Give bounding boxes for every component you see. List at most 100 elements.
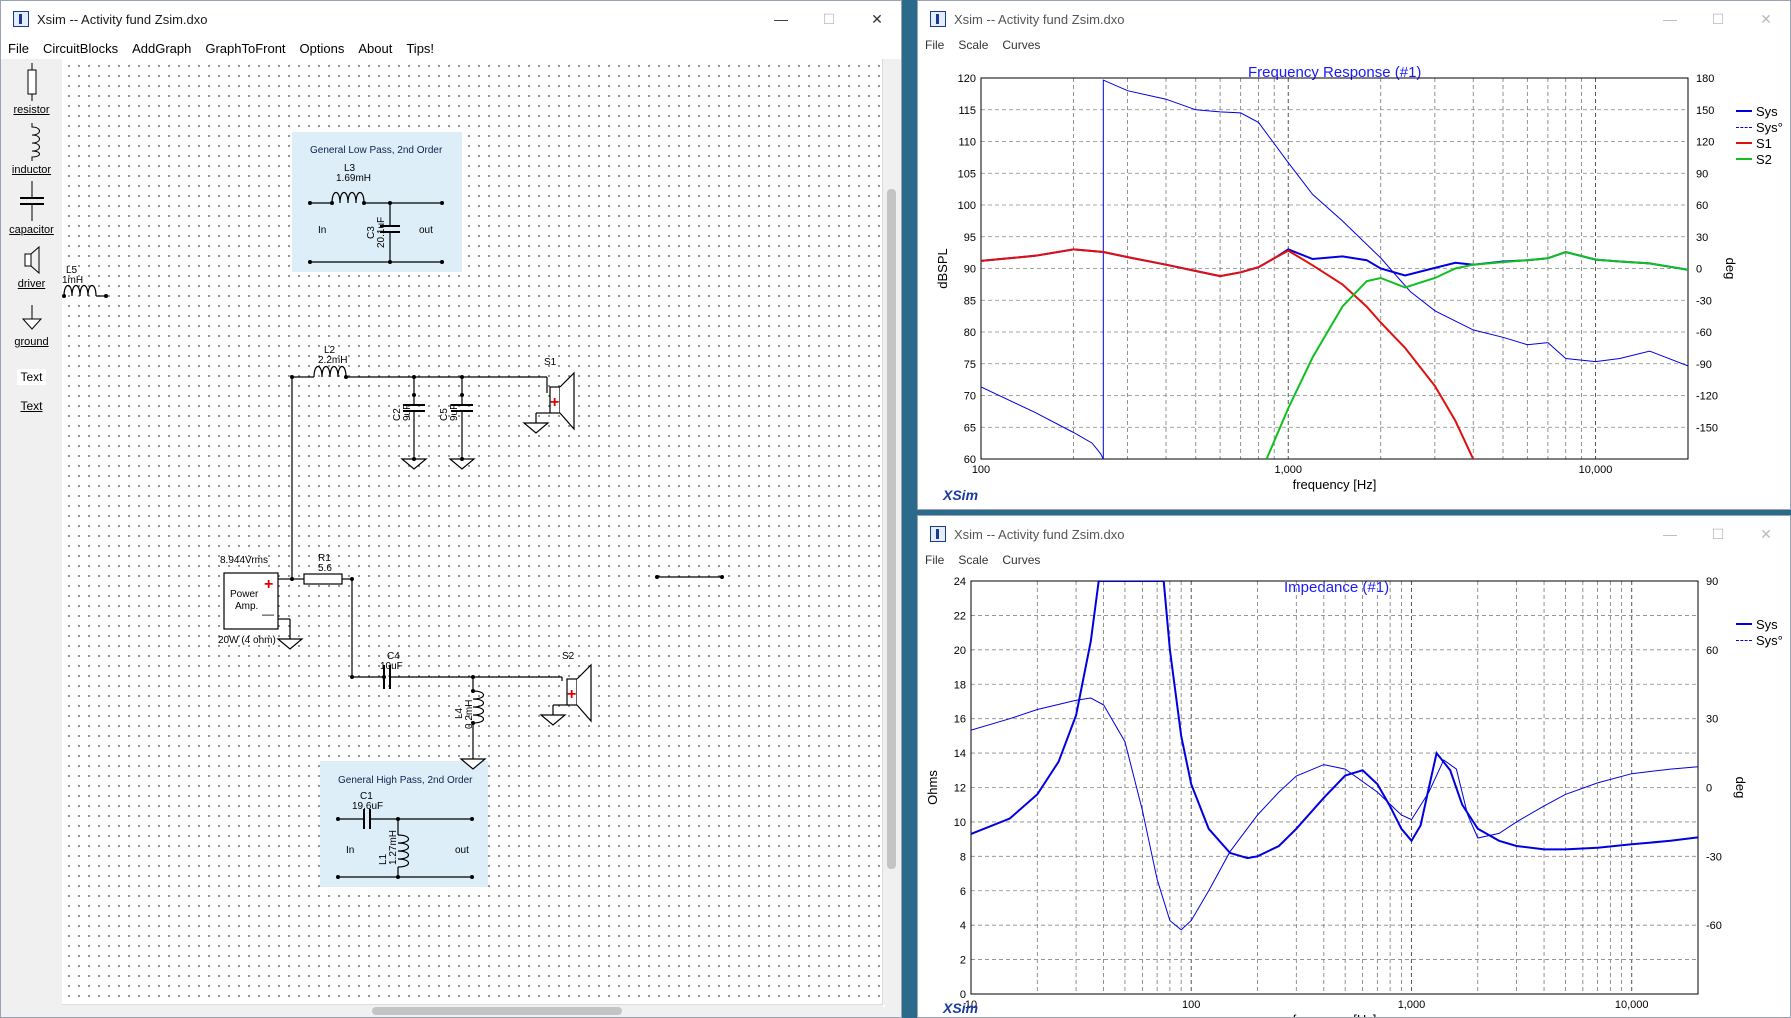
freq-y2tick-label: 90 bbox=[1696, 168, 1708, 180]
s2-name: S2 bbox=[562, 651, 575, 662]
freq-window-titlebar[interactable]: Xsim -- Activity fund Zsim.dxo — ☐ ✕ bbox=[918, 1, 1790, 37]
impedance-chart[interactable]: 024681012141618202224 9060300-30-6010 100 1… bbox=[918, 570, 1791, 1018]
imp-ytick-label: 12 bbox=[954, 783, 966, 795]
imp-y2tick-label: 60 bbox=[1706, 645, 1718, 657]
maximize-icon[interactable]: ☐ bbox=[805, 1, 853, 37]
menu-circuitblocks[interactable]: CircuitBlocks bbox=[36, 41, 125, 56]
inductor-icon bbox=[31, 123, 40, 161]
legend-sys: Sys bbox=[1736, 103, 1783, 119]
frequency-response-window[interactable]: Xsim -- Activity fund Zsim.dxo — ☐ ✕ Fil… bbox=[917, 0, 1791, 510]
schematic-canvas[interactable]: + + + — General Low Pass, 2nd Order L3 1… bbox=[62, 59, 885, 1007]
freq-xtick-label: 1,000 bbox=[1274, 464, 1302, 476]
menu-about[interactable]: About bbox=[351, 41, 399, 56]
tool-resistor[interactable]: resistor bbox=[1, 63, 62, 116]
l3-value: 1.69mH bbox=[336, 173, 372, 184]
close-icon[interactable]: ✕ bbox=[1742, 1, 1790, 37]
impedance-window[interactable]: Xsim -- Activity fund Zsim.dxo — ☐ ✕ Fil… bbox=[917, 515, 1791, 1018]
window-title: Xsim -- Activity fund Zsim.dxo bbox=[954, 526, 1125, 542]
freq-ytick-label: 105 bbox=[958, 168, 976, 180]
tool-capacitor[interactable]: capacitor bbox=[1, 181, 62, 236]
menu-file[interactable]: File bbox=[918, 553, 951, 567]
menu-options[interactable]: Options bbox=[293, 41, 352, 56]
tool-ground[interactable]: ground bbox=[1, 305, 62, 348]
imp-y2tick-label: 0 bbox=[1706, 783, 1712, 795]
schematic-wiring: + + + — bbox=[62, 191, 724, 879]
menu-tips[interactable]: Tips! bbox=[399, 41, 441, 56]
imp-y2tick-label: -30 bbox=[1706, 851, 1722, 863]
imp-y-axis-label: Ohms bbox=[925, 770, 940, 805]
minimize-icon[interactable]: — bbox=[1646, 1, 1694, 37]
imp-ytick-label: 8 bbox=[960, 851, 966, 863]
amp-label-1: Power bbox=[230, 589, 259, 600]
maximize-icon[interactable]: ☐ bbox=[1694, 516, 1742, 552]
menu-curves[interactable]: Curves bbox=[995, 553, 1047, 567]
svg-text:+: + bbox=[567, 686, 576, 703]
menu-scale[interactable]: Scale bbox=[951, 553, 995, 567]
menu-curves[interactable]: Curves bbox=[995, 38, 1047, 52]
imp-ytick-label: 24 bbox=[954, 576, 966, 588]
horizontal-scroll-thumb[interactable] bbox=[372, 1007, 622, 1015]
close-icon[interactable]: ✕ bbox=[853, 1, 901, 37]
menu-graphtofront[interactable]: GraphToFront bbox=[198, 41, 292, 56]
vertical-scroll-thumb[interactable] bbox=[887, 189, 896, 869]
imp-y2-axis-label: deg bbox=[1733, 777, 1748, 799]
highpass-in: In bbox=[346, 845, 355, 856]
tool-text[interactable]: Text bbox=[1, 369, 62, 385]
circuit-window-titlebar[interactable]: Xsim -- Activity fund Zsim.dxo — ☐ ✕ bbox=[1, 1, 901, 37]
imp-xtick-label: 1,000 bbox=[1398, 999, 1426, 1011]
tool-inductor[interactable]: inductor bbox=[1, 123, 62, 176]
l2-value: 2.2mH bbox=[318, 355, 348, 366]
freq-y2tick-label: -60 bbox=[1696, 327, 1712, 339]
freq-ytick-label: 70 bbox=[964, 391, 976, 403]
maximize-icon[interactable]: ☐ bbox=[1694, 1, 1742, 37]
menu-scale[interactable]: Scale bbox=[951, 38, 995, 52]
imp-window-titlebar[interactable]: Xsim -- Activity fund Zsim.dxo — ☐ ✕ bbox=[918, 516, 1790, 552]
svg-text:—: — bbox=[262, 607, 274, 621]
window-title: Xsim -- Activity fund Zsim.dxo bbox=[954, 11, 1125, 27]
legend-sys-phase: Sys° bbox=[1736, 119, 1783, 135]
freq-y2tick-label: 30 bbox=[1696, 232, 1708, 244]
freq-ytick-label: 65 bbox=[964, 422, 976, 434]
l5-value: 1mH bbox=[62, 275, 84, 286]
imp-ytick-label: 2 bbox=[960, 955, 966, 967]
freq-y2tick-label: 120 bbox=[1696, 137, 1714, 149]
canvas-horizontal-scrollbar[interactable] bbox=[62, 1004, 883, 1017]
freq-ytick-label: 100 bbox=[958, 200, 976, 212]
c4-value: 10uF bbox=[380, 661, 403, 672]
menu-addgraph[interactable]: AddGraph bbox=[125, 41, 198, 56]
c1-value: 19.6uF bbox=[352, 801, 384, 812]
minimize-icon[interactable]: — bbox=[757, 1, 805, 37]
amp-label-2: Amp. bbox=[235, 601, 259, 612]
freq-series-sys-line bbox=[981, 248, 1688, 278]
close-icon[interactable]: ✕ bbox=[1742, 516, 1790, 552]
freq-ytick-label: 75 bbox=[964, 359, 976, 371]
tool-text-2[interactable]: Text bbox=[1, 399, 62, 413]
freq-xsim-logo: XSim bbox=[943, 487, 979, 503]
imp-y2tick-label: 30 bbox=[1706, 714, 1718, 726]
freq-x-axis-label: frequency [Hz] bbox=[1293, 477, 1377, 492]
svg-text:+: + bbox=[550, 394, 559, 411]
frequency-response-chart[interactable]: 60 65 70 75 80 85 90 95 100 105 110 115 120 180 150 120… bbox=[918, 55, 1791, 510]
imp-ytick-label: 10 bbox=[954, 817, 966, 829]
freq-y2tick-label: -120 bbox=[1696, 391, 1718, 403]
freq-xtick-label: 10,000 bbox=[1579, 464, 1613, 476]
minimize-icon[interactable]: — bbox=[1646, 516, 1694, 552]
legend-s1: S1 bbox=[1736, 135, 1783, 151]
menu-file[interactable]: File bbox=[918, 38, 951, 52]
tool-driver[interactable]: driver bbox=[1, 245, 62, 290]
canvas-vertical-scrollbar[interactable] bbox=[882, 59, 901, 1005]
tool-driver-label: driver bbox=[17, 278, 46, 290]
component-toolbox: resistor inductor capacitor driver groun… bbox=[1, 59, 63, 1017]
freq-ytick-label: 110 bbox=[958, 137, 976, 149]
c5-value: 9uF bbox=[449, 403, 460, 421]
tool-ground-label: ground bbox=[14, 336, 49, 348]
r1-value: 5.6 bbox=[318, 563, 332, 574]
circuit-window[interactable]: Xsim -- Activity fund Zsim.dxo — ☐ ✕ Fil… bbox=[0, 0, 902, 1018]
freq-series-sys-phase-line bbox=[981, 79, 1688, 459]
imp-y2tick-label: 90 bbox=[1706, 576, 1718, 588]
tool-resistor-label: resistor bbox=[13, 104, 50, 116]
imp-legend: Sys Sys° bbox=[1736, 616, 1783, 648]
lowpass-out: out bbox=[419, 225, 433, 236]
legend-sys-phase: Sys° bbox=[1736, 632, 1783, 648]
menu-file[interactable]: File bbox=[1, 41, 36, 56]
